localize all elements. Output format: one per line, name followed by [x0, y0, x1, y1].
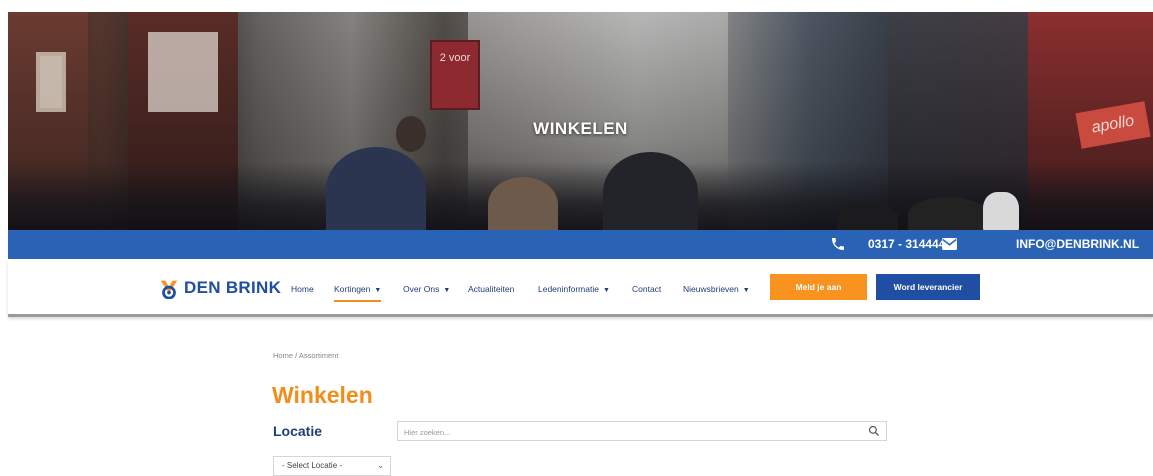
- location-select[interactable]: - Select Locatie - ⌄: [273, 456, 391, 476]
- location-select-value: - Select Locatie -: [282, 461, 343, 470]
- site-logo[interactable]: DEN BRINK: [158, 277, 281, 299]
- search-icon[interactable]: [868, 425, 880, 437]
- hero-shop-sign: 2 voor: [430, 40, 480, 110]
- hero-person: [983, 192, 1019, 230]
- hero-sign-text: 2 voor: [439, 52, 471, 64]
- search-input[interactable]: [398, 423, 858, 442]
- email-link[interactable]: INFO@DENBRINK.NL: [1016, 237, 1139, 251]
- logo-icon: [160, 280, 178, 299]
- hero-banner: 2 voor apollo WINKELEN: [8, 12, 1153, 230]
- hero-person: [838, 202, 898, 230]
- logo-text: DEN BRINK: [184, 278, 282, 297]
- mail-icon[interactable]: [942, 238, 957, 250]
- page-title: Winkelen: [272, 382, 373, 408]
- location-filter-label: Locatie: [273, 423, 323, 439]
- nav-item-over-ons[interactable]: Over Ons ▼: [403, 284, 450, 294]
- phone-icon[interactable]: [830, 236, 846, 252]
- caret-down-icon: ▼: [602, 287, 610, 294]
- nav-label: Contact: [632, 284, 662, 294]
- search-field[interactable]: [397, 421, 887, 442]
- hero-window: [148, 32, 218, 112]
- nav-label: Nieuwsbrieven: [683, 284, 739, 294]
- hero-window: [36, 52, 66, 112]
- nav-label: Home: [291, 284, 314, 294]
- phone-number-link[interactable]: 0317 - 314444: [868, 237, 945, 251]
- nav-label: Over Ons: [403, 284, 440, 294]
- nav-label: Actualiteiten: [468, 284, 515, 294]
- hero-person: [488, 177, 558, 230]
- nav-item-home[interactable]: Home: [291, 284, 314, 294]
- breadcrumb[interactable]: Home / Assortiment: [273, 351, 338, 360]
- nav-item-contact[interactable]: Contact: [632, 284, 661, 294]
- nav-item-actualiteiten[interactable]: Actualiteiten: [468, 284, 514, 294]
- caret-down-icon: ▼: [443, 287, 451, 294]
- become-supplier-button[interactable]: Word leverancier: [876, 274, 980, 300]
- hero-person: [603, 152, 698, 230]
- caret-down-icon: ▼: [374, 287, 382, 294]
- nav-item-ledeninformatie[interactable]: Ledeninformatie ▼: [538, 284, 610, 294]
- nav-label: Kortingen: [334, 284, 371, 294]
- caret-down-icon: ▼: [742, 287, 750, 294]
- nav-label: Ledeninformatie: [538, 284, 599, 294]
- main-navigation: DEN BRINK Home Kortingen ▼ Over Ons ▼ Actu…: [8, 259, 1153, 317]
- hero-person: [326, 147, 426, 230]
- nav-item-kortingen[interactable]: Kortingen ▼: [334, 284, 382, 302]
- nav-item-nieuwsbrieven[interactable]: Nieuwsbrieven ▼: [683, 284, 750, 294]
- chevron-down-icon: ⌄: [377, 461, 384, 470]
- hero-title: WINKELEN: [533, 119, 628, 138]
- contact-bar: 0317 - 314444 INFO@DENBRINK.NL: [8, 230, 1153, 259]
- hero-person: [908, 197, 988, 230]
- hero-crowd: [8, 116, 1153, 230]
- register-button[interactable]: Meld je aan: [770, 274, 867, 300]
